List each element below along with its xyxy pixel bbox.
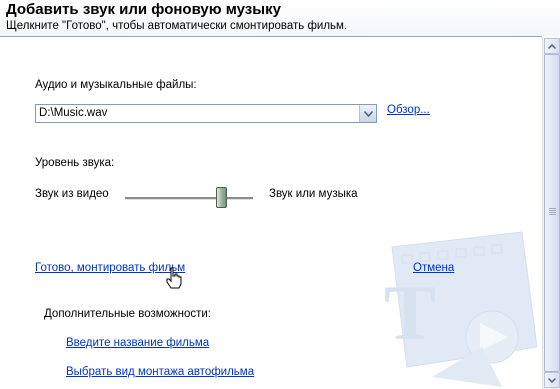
scroll-up-button[interactable]: [544, 38, 560, 54]
svg-text:T: T: [384, 269, 436, 356]
browse-link[interactable]: Обзор...: [387, 104, 430, 116]
audio-file-combobox[interactable]: D:\Music.wav: [35, 104, 377, 123]
video-sound-label: Звук из видео: [35, 188, 109, 200]
scroll-grip-icon: [549, 208, 556, 216]
hand-pointer-icon: [166, 267, 182, 289]
enter-movie-title-link[interactable]: Введите название фильма: [66, 337, 209, 349]
done-build-movie-link[interactable]: Готово, монтировать фильм: [35, 262, 185, 274]
volume-slider-thumb[interactable]: [216, 187, 228, 208]
extras-label: Дополнительные возможности:: [44, 308, 211, 320]
vertical-scrollbar[interactable]: [542, 37, 560, 389]
cancel-link[interactable]: Отмена: [413, 262, 454, 274]
header: Добавить звук или фоновую музыку Щелкнит…: [0, 0, 560, 36]
page-title: Добавить звук или фоновую музыку: [6, 1, 281, 18]
page-subtitle: Щелкните "Готово", чтобы автоматически с…: [6, 20, 348, 32]
chevron-down-icon[interactable]: [359, 105, 376, 122]
music-sound-label: Звук или музыка: [269, 188, 358, 200]
audio-file-value: D:\Music.wav: [39, 107, 108, 119]
volume-slider-track[interactable]: [125, 197, 253, 200]
audio-files-label: Аудио и музыкальные файлы:: [35, 79, 197, 91]
film-reel-watermark-icon: T: [384, 231, 538, 387]
choose-autoedit-style-link[interactable]: Выбрать вид монтажа автофильма: [66, 366, 254, 378]
volume-level-label: Уровень звука:: [35, 157, 115, 169]
scroll-thumb[interactable]: [544, 54, 560, 372]
scroll-down-button[interactable]: [544, 372, 560, 388]
main-panel: T Аудио и музыкальные файлы: D:\Music.wa…: [0, 37, 542, 389]
